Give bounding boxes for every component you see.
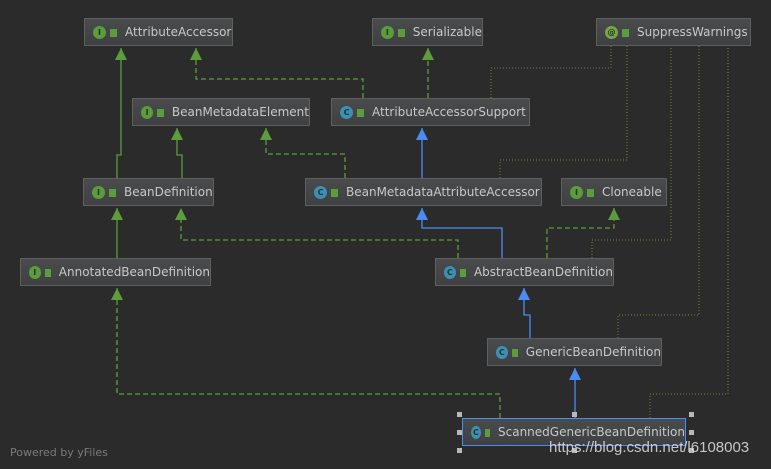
node-label: AttributeAccessor xyxy=(125,25,232,39)
node-Cloneable[interactable]: I Cloneable xyxy=(561,178,667,206)
resize-handle[interactable] xyxy=(572,412,577,417)
edge-implements-BeanMetadataAttributeAccessor-to-BeanMetadataElement xyxy=(265,128,346,178)
public-access-icon xyxy=(110,29,117,37)
node-AnnotatedBeanDefinition[interactable]: I AnnotatedBeanDefinition xyxy=(20,258,211,286)
abstract-class-icon: C xyxy=(340,105,353,119)
node-AttributeAccessorSupport[interactable]: C AttributeAccessorSupport xyxy=(331,98,530,126)
arrowhead-icon xyxy=(416,208,428,220)
public-access-icon xyxy=(397,29,405,37)
node-label: Serializable xyxy=(412,25,482,39)
arrowhead-icon xyxy=(111,208,123,220)
node-SuppressWarnings[interactable]: @ SuppressWarnings xyxy=(596,18,751,46)
interface-icon: I xyxy=(141,105,154,119)
interface-icon: I xyxy=(381,25,394,39)
node-label: SuppressWarnings xyxy=(637,25,748,39)
interface-icon: I xyxy=(570,185,583,199)
arrowhead-icon xyxy=(569,368,581,380)
public-access-icon xyxy=(157,109,164,117)
arrowhead-icon xyxy=(422,48,434,60)
node-BeanDefinition[interactable]: I BeanDefinition xyxy=(83,178,214,206)
node-label: BeanMetadataAttributeAccessor xyxy=(346,185,540,199)
edge-annotated-AttributeAccessorSupport-to-SuppressWarnings xyxy=(490,46,612,98)
edge-inherits-AbstractBeanDefinition-to-BeanMetadataAttributeAccessor xyxy=(421,208,503,258)
node-GenericBeanDefinition[interactable]: C GenericBeanDefinition xyxy=(487,338,662,366)
edge-implements-ScannedGenericBeanDefinition-to-AnnotatedBeanDefinition xyxy=(116,288,501,418)
node-label: Cloneable xyxy=(602,185,662,199)
arrowhead-icon xyxy=(111,288,123,300)
resize-handle[interactable] xyxy=(457,430,462,435)
edges-layer xyxy=(111,46,729,418)
node-Serializable[interactable]: I Serializable xyxy=(372,18,483,46)
class-icon: C xyxy=(496,345,508,359)
watermark: https://blog.csdn.net/l6108003 xyxy=(549,439,750,456)
arrowhead-icon xyxy=(518,288,530,300)
public-access-icon xyxy=(622,29,629,37)
arrowhead-icon xyxy=(190,48,202,60)
resize-handle[interactable] xyxy=(457,412,462,417)
node-label: BeanMetadataElement xyxy=(171,105,309,119)
arrowhead-icon xyxy=(171,128,183,140)
node-label: BeanDefinition xyxy=(124,185,213,199)
resize-handle[interactable] xyxy=(689,430,694,435)
edge-implements-AbstractBeanDefinition-to-BeanDefinition xyxy=(180,208,459,258)
powered-by-label: Powered by yFiles xyxy=(10,446,108,459)
node-BeanMetadataAttributeAccessor[interactable]: C BeanMetadataAttributeAccessor xyxy=(305,178,542,206)
node-BeanMetadataElement[interactable]: I BeanMetadataElement xyxy=(132,98,310,126)
arrowhead-icon xyxy=(416,128,428,140)
public-access-icon xyxy=(331,189,338,197)
node-label: GenericBeanDefinition xyxy=(525,345,661,359)
public-access-icon xyxy=(44,269,51,277)
node-AttributeAccessor[interactable]: I AttributeAccessor xyxy=(84,18,233,46)
arrowhead-icon xyxy=(175,208,187,220)
public-access-icon xyxy=(511,349,518,357)
resize-handle[interactable] xyxy=(457,448,462,453)
public-access-icon xyxy=(109,189,116,197)
arrowhead-icon xyxy=(115,48,127,60)
node-AbstractBeanDefinition[interactable]: C AbstractBeanDefinition xyxy=(435,258,614,286)
abstract-class-icon: C xyxy=(444,265,456,279)
public-access-icon xyxy=(357,109,364,117)
arrowhead-icon xyxy=(608,208,620,220)
public-access-icon xyxy=(484,429,490,437)
node-label: AbstractBeanDefinition xyxy=(473,265,613,279)
class-icon: C xyxy=(314,185,327,199)
resize-handle[interactable] xyxy=(689,412,694,417)
edge-implements-AbstractBeanDefinition-to-Cloneable xyxy=(546,208,615,258)
edge-extends-BeanDefinition-to-AttributeAccessor xyxy=(116,48,122,178)
interface-icon: I xyxy=(29,265,41,279)
node-label: AnnotatedBeanDefinition xyxy=(58,265,210,279)
interface-icon: I xyxy=(93,25,106,39)
class-icon: C xyxy=(471,425,481,439)
interface-icon: I xyxy=(92,185,105,199)
edge-implements-AttributeAccessorSupport-to-AttributeAccessor xyxy=(195,48,364,98)
node-label: ScannedGenericBeanDefinition xyxy=(498,425,685,439)
annotation-icon: @ xyxy=(605,25,618,39)
node-label: AttributeAccessorSupport xyxy=(372,105,526,119)
arrowhead-icon xyxy=(260,128,272,140)
public-access-icon xyxy=(587,189,594,197)
public-access-icon xyxy=(459,269,466,277)
edge-annotated-AbstractBeanDefinition-to-SuppressWarnings xyxy=(591,46,672,258)
